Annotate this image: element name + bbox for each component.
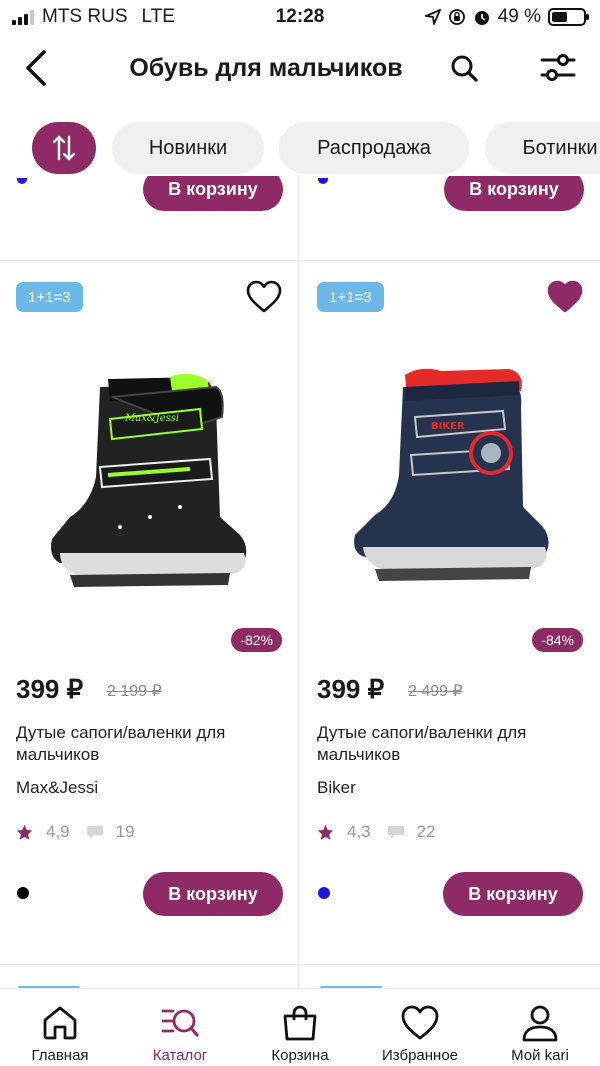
product-name[interactable]: Дутые сапоги/валенки для мальчиков: [317, 722, 577, 766]
nav-label: Корзина: [271, 1047, 329, 1064]
row-divider: [0, 964, 600, 965]
color-dot: [17, 887, 29, 899]
promo-badge: 1+1=3: [317, 282, 384, 312]
star-icon: [317, 824, 334, 840]
rotation-lock-icon: [448, 9, 465, 25]
price: 399 ₽: [317, 674, 385, 704]
search-icon[interactable]: [444, 48, 484, 88]
review-count: 19: [115, 822, 135, 841]
nav-label: Главная: [31, 1047, 89, 1064]
discount-badge: -82%: [231, 628, 282, 652]
old-price: 2 199 ₽: [107, 683, 162, 700]
favorite-heart-icon[interactable]: [246, 280, 282, 314]
add-to-cart-button[interactable]: В корзину: [443, 872, 583, 916]
comment-icon: [86, 826, 103, 839]
old-price: 2 499 ₽: [408, 683, 463, 700]
heart-icon: [401, 1005, 439, 1040]
product-card[interactable]: 1+1=3 BIKER -84% 399 ₽ 2 499 ₽ Дутые сап…: [301, 262, 599, 962]
rating-value: 4,3: [347, 822, 371, 841]
add-to-cart-button[interactable]: В корзину: [143, 176, 283, 211]
discount-badge: -84%: [532, 628, 583, 652]
home-icon: [43, 1006, 77, 1040]
chip-new[interactable]: Новинки: [112, 122, 264, 174]
battery-percent: 49 %: [497, 6, 541, 27]
color-dot: [318, 178, 328, 184]
rating-stats: 4,3 22: [317, 822, 436, 842]
nav-favorites[interactable]: Избранное: [360, 1003, 480, 1064]
filter-sliders-icon[interactable]: [538, 48, 578, 88]
shoe-print: Max&Jessi: [124, 413, 179, 424]
color-dot: [17, 178, 27, 184]
status-right: 49 %: [424, 6, 589, 28]
catalog-icon: [161, 1009, 199, 1037]
battery-icon: [548, 8, 589, 26]
location-icon: [424, 9, 441, 25]
product-image[interactable]: Max&Jessi: [30, 357, 270, 597]
product-brand: Max&Jessi: [16, 778, 99, 797]
nav-catalog[interactable]: Каталог: [120, 1003, 240, 1064]
favorite-heart-filled-icon[interactable]: [547, 280, 583, 314]
chip-boots[interactable]: Ботинки: [485, 122, 600, 174]
nav-label: Каталог: [152, 1047, 208, 1064]
add-to-cart-button[interactable]: В корзину: [444, 176, 584, 211]
star-icon: [16, 824, 33, 840]
alarm-icon: [474, 11, 489, 25]
sort-button[interactable]: [32, 122, 96, 174]
shoe-print: BIKER: [431, 421, 465, 432]
product-name[interactable]: Дутые сапоги/валенки для мальчиков: [16, 722, 276, 766]
add-to-cart-button[interactable]: В корзину: [143, 872, 283, 916]
top-app-bar: Обувь для мальчиков: [0, 34, 600, 102]
nav-label: Мой kari: [511, 1047, 569, 1064]
product-image[interactable]: BIKER: [331, 357, 571, 597]
product-grid: В корзину В корзину 1+1=3 Max&Jessi -82%…: [0, 176, 600, 988]
category-chips: Новинки Распродажа Ботинки: [0, 122, 600, 176]
promo-badge: 1+1=3: [16, 282, 83, 312]
chip-sale[interactable]: Распродажа: [279, 122, 469, 174]
sort-arrows-icon: [52, 135, 76, 161]
rating-value: 4,9: [46, 822, 70, 841]
comment-icon: [387, 826, 404, 839]
rating-stats: 4,9 19: [16, 822, 135, 842]
product-card[interactable]: 1+1=3 Max&Jessi -82% 399 ₽ 2 199 ₽ Дутые…: [0, 262, 298, 962]
nav-cart[interactable]: Корзина: [240, 1003, 360, 1064]
status-bar: MTS RUS LTE 12:28 49 %: [0, 0, 600, 34]
price: 399 ₽: [16, 674, 84, 704]
color-dot: [318, 887, 330, 899]
row-divider: [0, 260, 600, 261]
nav-label: Избранное: [381, 1047, 459, 1064]
review-count: 22: [416, 822, 436, 841]
nav-home[interactable]: Главная: [0, 1003, 120, 1064]
bag-icon: [283, 1005, 317, 1041]
grid-divider: [298, 176, 299, 988]
product-brand: Biker: [317, 778, 356, 797]
profile-icon: [522, 1005, 558, 1042]
bottom-nav: Главная Каталог Корзина Избранное Мой ka…: [0, 988, 600, 1066]
nav-profile[interactable]: Мой kari: [480, 1003, 600, 1064]
